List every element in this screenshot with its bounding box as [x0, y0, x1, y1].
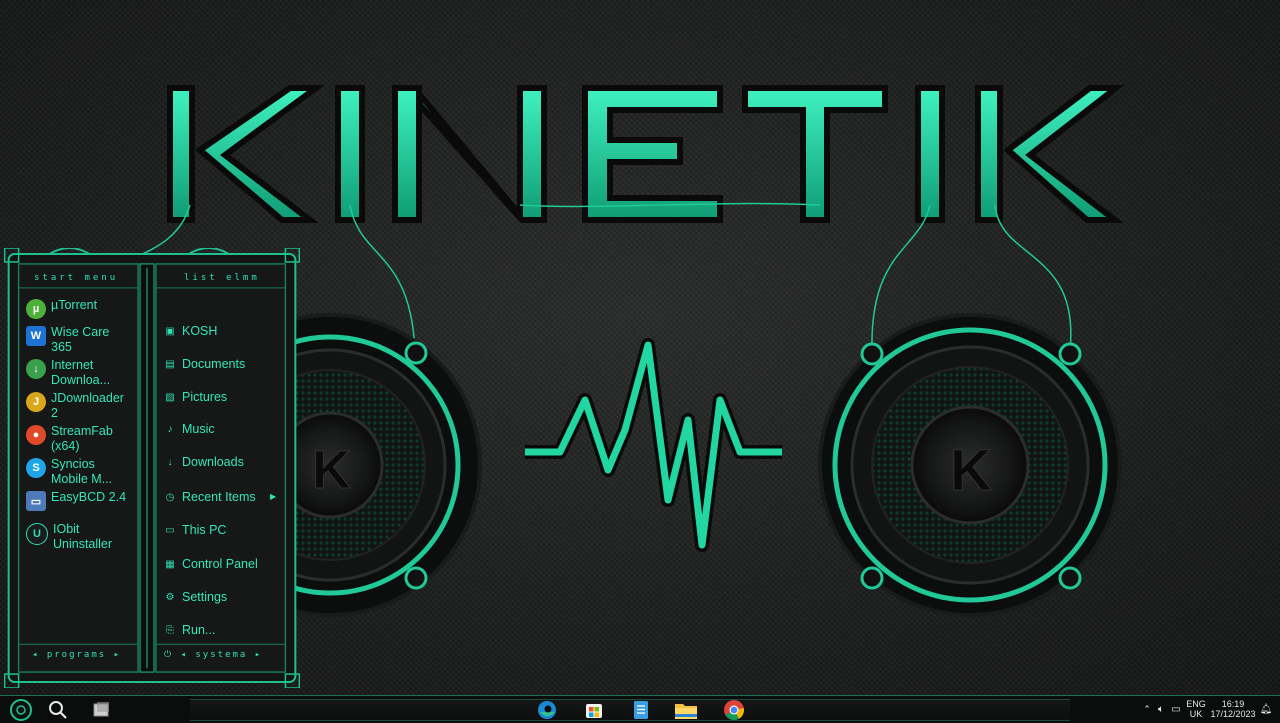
- taskbar: ⌃ 🔈︎ ▭ ENG UK 16:19 17/12/2023 🔔︎: [0, 695, 1280, 723]
- taskbar-notepad[interactable]: [626, 696, 656, 723]
- tray-network[interactable]: ▭: [1168, 696, 1184, 723]
- store-icon: [586, 703, 602, 718]
- system-item-downloads[interactable]: ↓ Downloads: [164, 454, 284, 470]
- notepad-icon: [634, 700, 648, 719]
- tray-volume[interactable]: 🔈︎: [1154, 696, 1168, 723]
- system-item-kosh[interactable]: ▣ KOSH: [164, 323, 284, 339]
- iobit-icon: U: [26, 523, 48, 545]
- task-view-button[interactable]: [86, 696, 116, 723]
- program-jdownloader[interactable]: J JDownloader 2: [26, 391, 130, 420]
- program-wise-care[interactable]: W Wise Care 365: [26, 325, 130, 354]
- program-streamfab[interactable]: ● StreamFab (x64): [26, 424, 130, 453]
- settings-icon: ⚙: [165, 591, 175, 603]
- chrome-icon: [724, 699, 745, 720]
- utorrent-icon: µ: [26, 299, 46, 319]
- easybcd-icon: ▭: [26, 491, 46, 511]
- downloads-icon: ↓: [167, 456, 173, 468]
- taskbar-chrome[interactable]: [717, 696, 751, 723]
- speaker-k-badge: K: [312, 440, 351, 500]
- control-panel-icon: ▦: [165, 558, 175, 570]
- system-header: list elmm: [184, 273, 260, 283]
- right-speaker: K: [818, 313, 1122, 617]
- system-item-settings[interactable]: ⚙ Settings: [164, 589, 284, 605]
- start-button[interactable]: [6, 696, 36, 723]
- program-syncios[interactable]: S Syncios Mobile M...: [26, 457, 130, 486]
- chevron-right-icon: ▸: [106, 650, 122, 660]
- programs-header: start menu: [34, 273, 119, 283]
- taskbar-file-explorer[interactable]: [671, 696, 701, 723]
- clock[interactable]: 16:19 17/12/2023: [1208, 699, 1258, 719]
- task-view-icon: [93, 701, 109, 716]
- pictures-icon: ▨: [165, 391, 175, 403]
- documents-icon: ▤: [165, 358, 175, 370]
- kinetik-logo: [167, 85, 1125, 224]
- system-item-recent-items[interactable]: ◷ Recent Items: [164, 489, 284, 505]
- speaker-icon: 🔈︎: [1158, 704, 1164, 715]
- system-item-pictures[interactable]: ▨ Pictures: [164, 389, 284, 405]
- folder-icon: [675, 703, 697, 719]
- user-folder-icon: ▣: [165, 325, 175, 337]
- wise-care-icon: W: [26, 326, 46, 346]
- programs-footer-button[interactable]: ◂ programs ▸: [32, 650, 121, 660]
- start-orb-icon: [10, 698, 32, 721]
- streamfab-icon: ●: [26, 425, 46, 445]
- program-iobit-uninstaller[interactable]: U IObit Uninstaller: [26, 522, 130, 551]
- taskbar-store[interactable]: [579, 696, 609, 723]
- system-item-documents[interactable]: ▤ Documents: [164, 356, 284, 372]
- system-item-control-panel[interactable]: ▦ Control Panel: [164, 556, 284, 572]
- notification-center-button[interactable]: 🔔︎: [1258, 696, 1274, 723]
- search-button[interactable]: [43, 696, 73, 723]
- chevron-left-icon: ◂: [32, 650, 47, 660]
- chevron-right-icon: ▸: [247, 650, 263, 660]
- recent-icon: ◷: [165, 491, 175, 503]
- idm-icon: ↓: [26, 359, 46, 379]
- run-icon: ⎘: [166, 624, 174, 636]
- search-icon: [49, 700, 67, 719]
- system-item-music[interactable]: ♪ Music: [164, 421, 284, 437]
- program-internet-download-manager[interactable]: ↓ Internet Downloa...: [26, 358, 130, 387]
- program-utorrent[interactable]: µ µTorrent: [26, 298, 130, 319]
- bell-icon: 🔔︎: [1259, 704, 1273, 715]
- power-icon: ⏻: [164, 650, 181, 660]
- syncios-icon: S: [26, 458, 46, 478]
- tray-overflow-chevron[interactable]: ⌃: [1140, 696, 1154, 723]
- system-item-this-pc[interactable]: ▭ This PC: [164, 522, 284, 538]
- edge-icon: [538, 700, 556, 719]
- language-indicator[interactable]: ENG UK: [1184, 699, 1208, 719]
- computer-icon: ▭: [165, 524, 175, 536]
- system-item-run[interactable]: ⎘ Run...: [164, 622, 284, 638]
- taskbar-edge[interactable]: [532, 696, 562, 723]
- system-footer-button[interactable]: ⏻ ◂ systema ▸: [164, 650, 262, 660]
- submenu-arrow-icon: ▶: [270, 492, 277, 501]
- jdownloader-icon: J: [26, 392, 46, 412]
- network-icon: ▭: [1171, 704, 1181, 715]
- svg-text:K: K: [950, 438, 992, 503]
- chevron-up-icon: ⌃: [1143, 704, 1151, 714]
- music-icon: ♪: [167, 423, 173, 435]
- program-easybcd[interactable]: ▭ EasyBCD 2.4: [26, 490, 130, 511]
- chevron-left-icon: ◂: [180, 650, 196, 660]
